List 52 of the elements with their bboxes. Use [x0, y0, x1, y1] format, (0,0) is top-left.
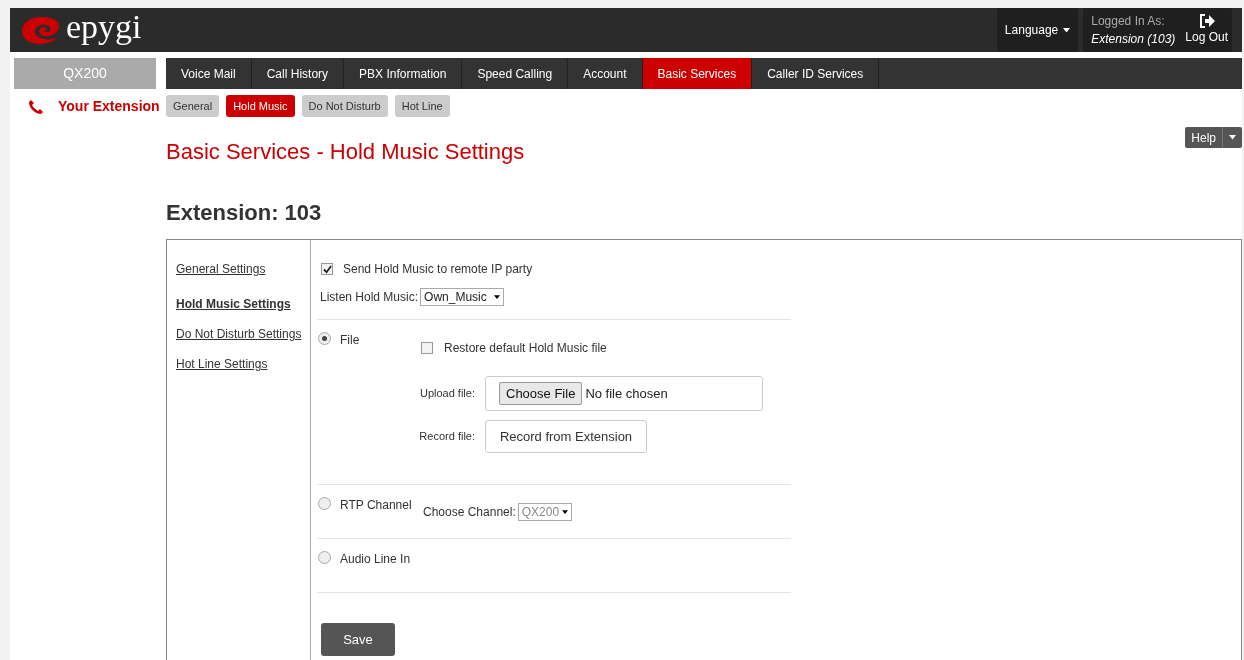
sub-tab[interactable]: Hot Line	[394, 95, 450, 117]
sub-tab[interactable]: Do Not Disturb	[301, 95, 388, 117]
source-label: Audio Line In	[340, 551, 411, 568]
caret-icon	[1229, 135, 1236, 140]
logged-in-user: Extension (103)	[1091, 31, 1176, 48]
send-hold-music-label: Send Hold Music to remote IP party	[343, 261, 533, 278]
restore-label: Restore default Hold Music file	[444, 340, 607, 357]
side-link[interactable]: General Settings	[176, 260, 310, 278]
logged-in-label: Logged In As:	[1091, 13, 1165, 30]
side-link[interactable]: Hot Line Settings	[176, 355, 310, 373]
logo-text: epygi	[66, 10, 142, 44]
language-dropdown[interactable]: Language	[996, 8, 1079, 52]
source-label: RTP Channel	[340, 497, 412, 514]
main-tab[interactable]: PBX Information	[344, 58, 463, 89]
caret-icon	[494, 295, 501, 299]
main-tab[interactable]: Call History	[251, 58, 345, 89]
main-tab[interactable]: Account	[568, 58, 643, 89]
record-label: Record file:	[418, 429, 476, 445]
choose-file-button[interactable]: Choose File	[499, 382, 583, 405]
caret-icon	[561, 510, 568, 514]
dropdown[interactable]: Own_Music	[420, 288, 505, 306]
device-label: QX200	[14, 58, 156, 89]
main-tab[interactable]: Caller ID Services	[752, 58, 880, 89]
channel-label: Choose Channel:	[423, 504, 516, 521]
phone-icon	[28, 98, 44, 115]
radio-button[interactable]	[318, 497, 331, 510]
your-extension-label: Your Extension	[58, 97, 160, 116]
side-link[interactable]: Hold Music Settings	[176, 295, 310, 313]
main-tab[interactable]: Basic Services	[642, 58, 753, 89]
help-button[interactable]: Help	[1185, 127, 1242, 148]
logout-icon	[1198, 14, 1215, 28]
main-tab[interactable]: Voice Mail	[166, 58, 252, 89]
listen-hold-music-label: Listen Hold Music:	[320, 289, 419, 306]
save-button[interactable]: Save	[321, 623, 395, 656]
page-title: Basic Services - Hold Music Settings	[166, 138, 525, 166]
main-tab[interactable]: Speed Calling	[462, 58, 569, 89]
source-label: File	[340, 332, 360, 349]
dropdown[interactable]: QX200	[517, 503, 572, 521]
sub-tab[interactable]: Hold Music	[226, 95, 295, 117]
extension-title: Extension: 103	[166, 199, 323, 227]
radio-button[interactable]	[318, 332, 331, 345]
caret-icon	[1063, 27, 1071, 33]
upload-label: Upload file:	[418, 386, 476, 402]
sub-tab[interactable]: General	[166, 95, 220, 117]
checkbox[interactable]	[321, 263, 333, 275]
logout-button[interactable]: Log Out	[1185, 14, 1228, 46]
checkbox[interactable]	[421, 342, 433, 354]
upload-field[interactable]: Choose File No file chosen	[485, 376, 763, 411]
no-file-text: No file chosen	[585, 384, 668, 403]
side-link[interactable]: Do Not Disturb Settings	[176, 325, 310, 343]
radio-button[interactable]	[318, 551, 331, 564]
record-button[interactable]: Record from Extension	[485, 420, 647, 453]
